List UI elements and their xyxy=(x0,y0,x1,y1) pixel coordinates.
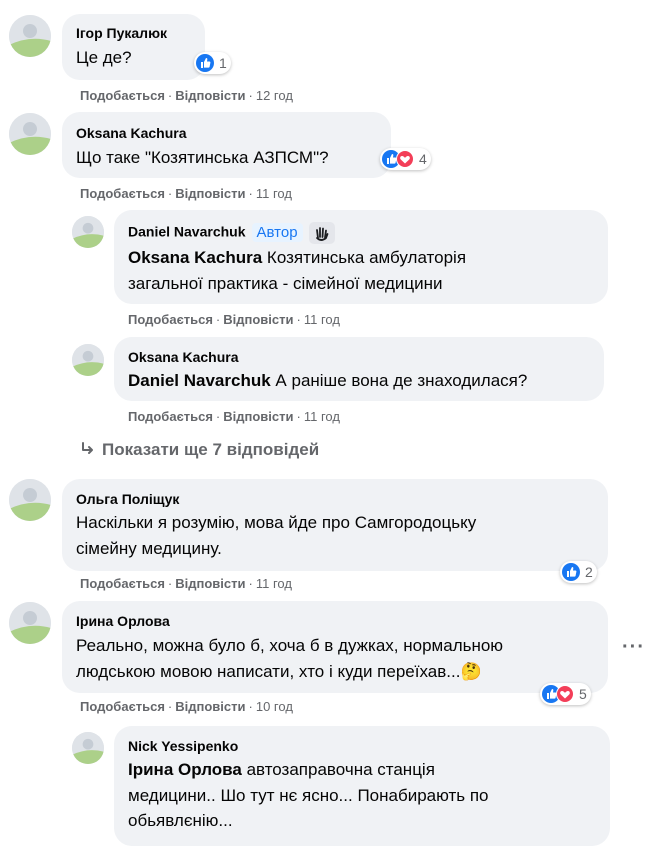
reaction-count[interactable]: 4 xyxy=(380,148,431,170)
separator: · xyxy=(167,186,173,201)
comment-author[interactable]: Oksana Kachura xyxy=(128,349,239,365)
reply-bubble: Oksana Kachura Daniel Navarchuk А раніше… xyxy=(114,337,604,401)
wave-icon xyxy=(308,222,335,244)
comment-author[interactable]: Ірина Орлова xyxy=(76,613,170,629)
love-reaction-icon xyxy=(396,150,414,168)
reply-button[interactable]: Відповісти xyxy=(223,409,293,424)
comment-actions: Подобається · Відповісти · 11 год xyxy=(128,312,340,327)
comment-author[interactable]: Ігор Пукалюк xyxy=(76,25,167,41)
comment-bubble: Ольга Поліщук Наскільки я розумію, мова … xyxy=(62,479,608,571)
comment-text: загальної практика - сімейної медицини xyxy=(128,274,443,293)
reply-bubble: Nick Yessipenko Ірина Орлова автозаправо… xyxy=(114,726,610,846)
thinking-emoji-icon: 🤔 xyxy=(460,662,482,681)
reply-button[interactable]: Відповісти xyxy=(223,312,293,327)
comment-bubble: Ірина Орлова Реально, можна було б, хоча… xyxy=(62,601,608,693)
comment-text: Наскільки я розумію, мова йде про Самгор… xyxy=(76,513,477,532)
reply-button[interactable]: Відповісти xyxy=(175,576,245,591)
avatar[interactable] xyxy=(72,344,104,376)
separator: · xyxy=(215,409,221,424)
comment-actions: Подобається · Відповісти · 11 год xyxy=(128,409,340,424)
comment-text: Що таке "Козятинська АЗПСМ"? xyxy=(76,148,329,167)
separator: · xyxy=(296,409,301,424)
show-more-replies-link[interactable]: Показати ще 7 відповідей xyxy=(80,440,319,460)
reply-button[interactable]: Відповісти xyxy=(175,699,245,714)
like-reaction-icon xyxy=(562,563,580,581)
comment-bubble: Oksana Kachura Що таке "Козятинська АЗПС… xyxy=(62,112,391,178)
text-line: автозаправочна станція xyxy=(246,760,435,779)
comment-actions: Подобається · Відповісти · 12 год xyxy=(80,88,293,103)
comment-author[interactable]: Ольга Поліщук xyxy=(76,491,179,507)
separator: · xyxy=(296,312,301,327)
reaction-number: 1 xyxy=(219,55,227,71)
like-button[interactable]: Подобається xyxy=(80,186,165,201)
timestamp[interactable]: 11 год xyxy=(256,186,292,201)
like-button[interactable]: Подобається xyxy=(80,699,165,714)
show-more-label: Показати ще 7 відповідей xyxy=(102,440,320,459)
like-button[interactable]: Подобається xyxy=(80,576,165,591)
mention-link[interactable]: Oksana Kachura xyxy=(128,248,262,267)
avatar[interactable] xyxy=(9,479,51,521)
reply-button[interactable]: Відповісти xyxy=(175,88,245,103)
timestamp[interactable]: 11 год xyxy=(304,409,340,424)
comment-text: Daniel Navarchuk А раніше вона де знаход… xyxy=(128,369,527,393)
comment-text: Це де? xyxy=(76,48,132,67)
reaction-count[interactable]: 1 xyxy=(194,52,231,74)
separator: · xyxy=(248,699,253,714)
timestamp[interactable]: 11 год xyxy=(304,312,340,327)
author-name[interactable]: Daniel Navarchuk xyxy=(128,224,246,240)
like-reaction-icon xyxy=(196,54,214,72)
comment-text: Ірина Орлова автозаправочна станція xyxy=(128,758,435,782)
like-button[interactable]: Подобається xyxy=(128,409,213,424)
more-options-icon[interactable]: ··· xyxy=(622,636,645,659)
timestamp[interactable]: 11 год xyxy=(256,576,292,591)
comment-actions: Подобається · Відповісти · 11 год xyxy=(80,576,292,591)
separator: · xyxy=(248,186,253,201)
reaction-count[interactable]: 2 xyxy=(560,561,597,583)
reaction-number: 2 xyxy=(585,564,593,580)
reply-arrow-icon xyxy=(82,442,93,454)
text-line: Козятинська амбулаторія xyxy=(266,248,467,267)
reaction-count[interactable]: 5 xyxy=(540,683,591,705)
comment-author[interactable]: Daniel Navarchuk Автор xyxy=(128,222,335,244)
comment-text: обьявлєнію... xyxy=(128,811,233,830)
reaction-number: 5 xyxy=(579,686,587,702)
comment-author[interactable]: Oksana Kachura xyxy=(76,125,187,141)
comment-text: Oksana Kachura Козятинська амбулаторія xyxy=(128,246,466,270)
separator: · xyxy=(167,576,173,591)
separator: · xyxy=(167,88,173,103)
comment-actions: Подобається · Відповісти · 11 год xyxy=(80,186,292,201)
avatar[interactable] xyxy=(9,602,51,644)
comment-bubble: Ігор Пукалюк Це де? xyxy=(62,14,205,80)
text-line: людською мовою написати, хто і куди пере… xyxy=(76,662,461,681)
mention-link[interactable]: Ірина Орлова xyxy=(128,760,242,779)
comment-text: людською мовою написати, хто і куди пере… xyxy=(76,660,482,684)
reaction-number: 4 xyxy=(419,151,427,167)
avatar[interactable] xyxy=(9,113,51,155)
timestamp[interactable]: 10 год xyxy=(256,699,293,714)
author-badge: Автор xyxy=(251,222,303,242)
comment-text: медицини.. Шо тут нє ясно... Понабирають… xyxy=(128,786,489,805)
comment-text: Реально, можна було б, хоча б в дужках, … xyxy=(76,636,504,655)
like-button[interactable]: Подобається xyxy=(80,88,165,103)
separator: · xyxy=(248,88,253,103)
mention-link[interactable]: Daniel Navarchuk xyxy=(128,371,271,390)
comment-actions: Подобається · Відповісти · 10 год xyxy=(80,699,293,714)
reply-button[interactable]: Відповісти xyxy=(175,186,245,201)
separator: · xyxy=(167,699,173,714)
love-reaction-icon xyxy=(556,685,574,703)
timestamp[interactable]: 12 год xyxy=(256,88,293,103)
comment-text: сімейну медицину. xyxy=(76,539,222,558)
separator: · xyxy=(215,312,221,327)
avatar[interactable] xyxy=(72,732,104,764)
separator: · xyxy=(248,576,253,591)
avatar[interactable] xyxy=(9,15,51,57)
like-button[interactable]: Подобається xyxy=(128,312,213,327)
reply-bubble: Daniel Navarchuk Автор Oksana Kachura Коз… xyxy=(114,210,608,304)
comment-author[interactable]: Nick Yessipenko xyxy=(128,738,238,754)
text-line: А раніше вона де знаходилася? xyxy=(275,371,528,390)
avatar[interactable] xyxy=(72,216,104,248)
